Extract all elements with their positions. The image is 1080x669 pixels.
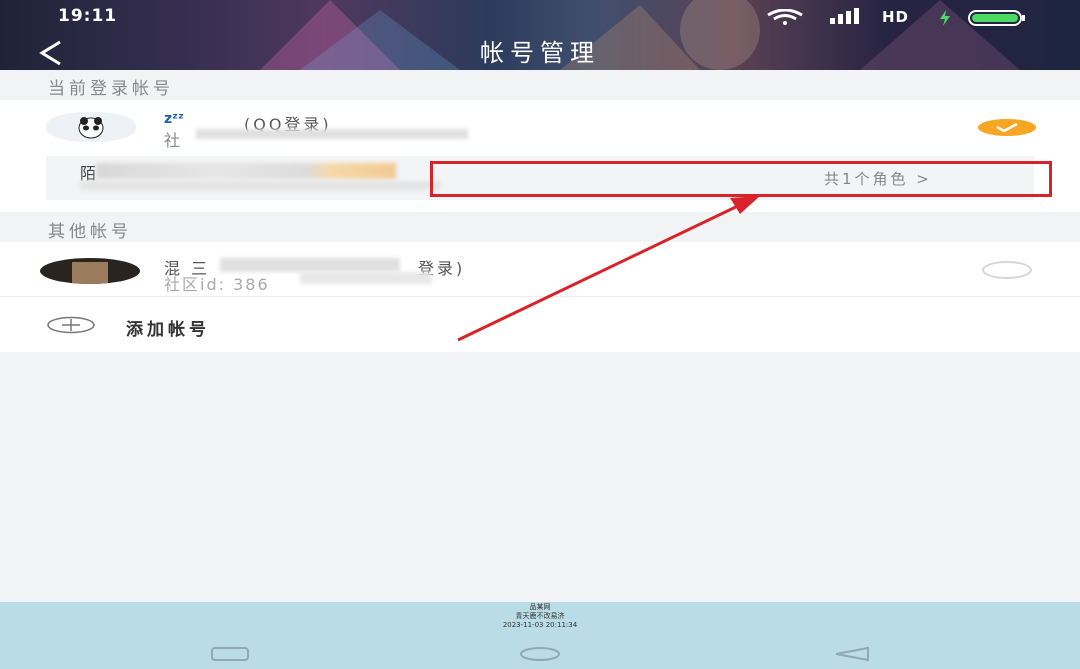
system-navigation-bar: 品某网 青天鹿不改易济 2023-11-03 20:11:34 (0, 602, 1080, 669)
watermark-line1: 品某网 (529, 603, 551, 611)
watermark-line3: 2023-11-03 20:11:34 (502, 621, 578, 629)
annotation-arrow (457, 196, 760, 342)
home-icon[interactable] (518, 646, 562, 662)
watermark-line2: 青天鹿不改易济 (515, 612, 565, 620)
back-nav-icon[interactable] (832, 646, 872, 662)
recent-apps-icon[interactable] (210, 646, 250, 662)
watermark: 品某网 青天鹿不改易济 2023-11-03 20:11:34 (440, 603, 640, 630)
